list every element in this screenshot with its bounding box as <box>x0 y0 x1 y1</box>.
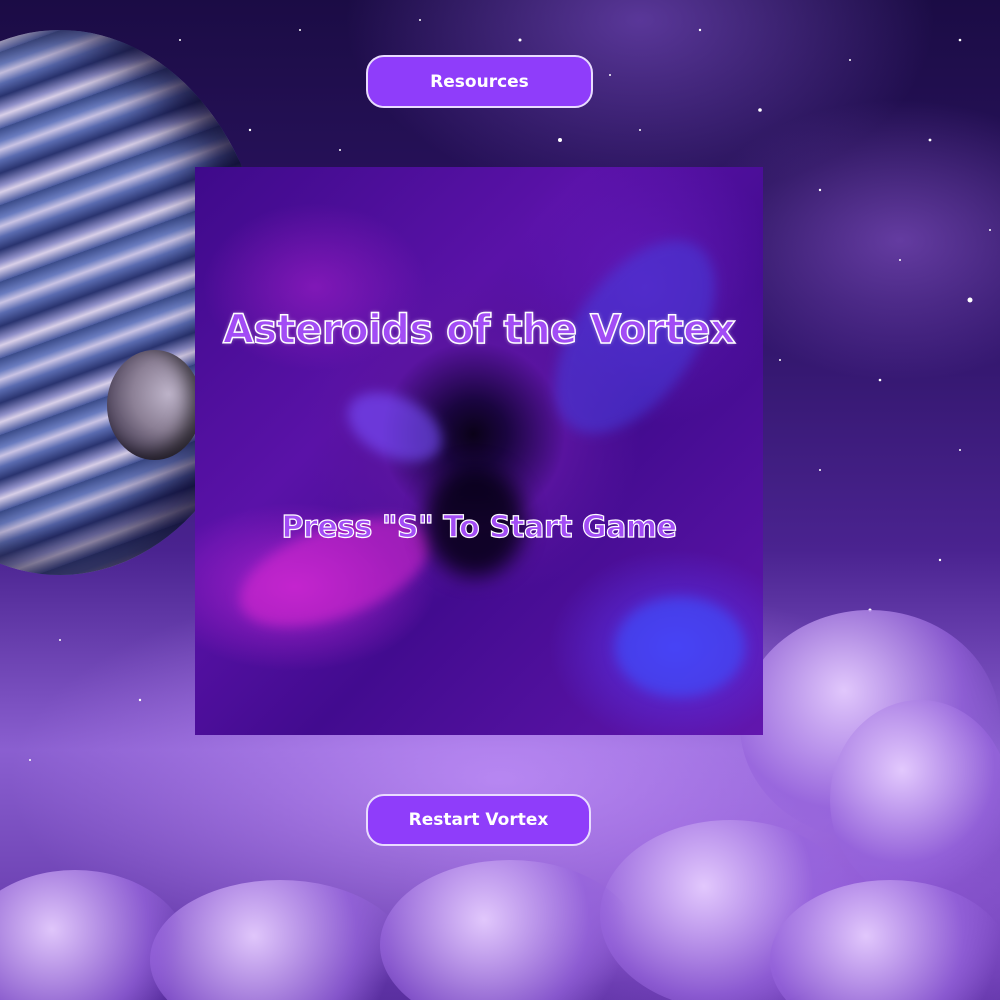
restart-vortex-button[interactable]: Restart Vortex <box>366 794 591 846</box>
space-background: Resources Asteroids of the Vortex Press … <box>0 0 1000 1000</box>
cloud <box>830 700 1000 900</box>
resources-button[interactable]: Resources <box>366 55 593 108</box>
moon-icon <box>107 350 202 460</box>
start-prompt: Press "S" To Start Game <box>281 509 678 545</box>
game-title: Asteroids of the Vortex <box>222 306 736 354</box>
vortex-streak <box>337 378 453 476</box>
game-canvas[interactable]: Asteroids of the Vortex Press "S" To Sta… <box>195 167 763 735</box>
vortex-streak <box>615 597 745 697</box>
